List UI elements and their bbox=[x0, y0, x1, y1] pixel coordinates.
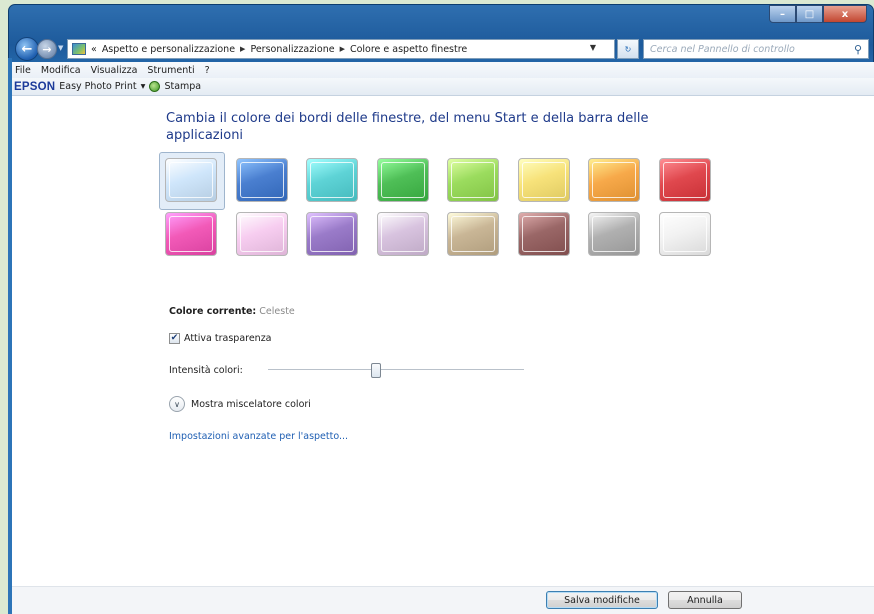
swatch-turchese[interactable] bbox=[306, 158, 358, 202]
button-bar: Salva modifiche Annulla bbox=[12, 586, 874, 614]
intensity-slider[interactable] bbox=[268, 363, 524, 378]
transparency-option[interactable]: ✔ Attiva trasparenza bbox=[169, 333, 272, 344]
swatch-arancio[interactable] bbox=[588, 158, 640, 202]
color-swatch[interactable] bbox=[235, 158, 288, 202]
color-swatch[interactable] bbox=[165, 158, 217, 202]
intensity-label: Intensità colori: bbox=[169, 365, 243, 376]
color-swatch[interactable] bbox=[165, 212, 217, 256]
color-mixer-label[interactable]: Mostra miscelatore colori bbox=[191, 399, 311, 410]
save-button[interactable]: Salva modifiche bbox=[546, 591, 658, 609]
transparency-label[interactable]: Attiva trasparenza bbox=[184, 333, 272, 344]
refresh-icon: ↻ bbox=[624, 44, 632, 54]
swatch-lavanda[interactable] bbox=[376, 212, 429, 256]
control-panel-icon bbox=[72, 43, 86, 55]
slider-thumb[interactable] bbox=[370, 363, 381, 378]
color-swatch[interactable] bbox=[306, 212, 358, 256]
minimize-button[interactable]: – bbox=[769, 5, 796, 23]
color-swatch[interactable] bbox=[658, 212, 711, 256]
search-icon[interactable]: ⚲ bbox=[854, 43, 862, 56]
swatch-verde[interactable] bbox=[376, 158, 429, 202]
back-button[interactable]: ← bbox=[15, 37, 39, 61]
print-button[interactable]: Stampa bbox=[164, 81, 201, 92]
color-swatch-grid bbox=[159, 152, 725, 265]
color-swatch[interactable] bbox=[588, 212, 640, 256]
menu-file[interactable]: File bbox=[15, 65, 31, 76]
navigation-bar: ← → ▼ « Aspetto e personalizzazione ▶ Pe… bbox=[9, 35, 873, 63]
swatch-giallo[interactable] bbox=[517, 158, 570, 202]
print-icon[interactable] bbox=[149, 81, 161, 92]
color-swatch[interactable] bbox=[447, 212, 499, 256]
expand-chevron-icon[interactable]: ∨ bbox=[169, 396, 185, 412]
current-color: Colore corrente: Celeste bbox=[169, 306, 295, 317]
breadcrumb-item[interactable]: Colore e aspetto finestre bbox=[350, 44, 467, 55]
swatch-rosso[interactable] bbox=[658, 158, 711, 202]
epson-logo: EPSON bbox=[14, 80, 56, 93]
chevron-down-icon[interactable]: ▾ bbox=[141, 81, 146, 92]
menu-help[interactable]: ? bbox=[205, 65, 210, 76]
address-bar[interactable]: « Aspetto e personalizzazione ▶ Personal… bbox=[67, 39, 615, 59]
swatch-marrone[interactable] bbox=[517, 212, 570, 256]
cancel-button[interactable]: Annulla bbox=[668, 591, 742, 609]
breadcrumb-overflow[interactable]: « bbox=[91, 44, 97, 55]
forward-button[interactable]: → bbox=[37, 39, 57, 59]
menu-strumenti[interactable]: Strumenti bbox=[147, 65, 194, 76]
easy-photo-print-button[interactable]: Easy Photo Print bbox=[59, 81, 136, 92]
swatch-grigio[interactable] bbox=[588, 212, 640, 256]
transparency-checkbox[interactable]: ✔ bbox=[169, 333, 180, 344]
search-placeholder: Cerca nel Pannello di controllo bbox=[650, 43, 795, 55]
address-dropdown-icon[interactable]: ▼ bbox=[590, 43, 596, 52]
current-color-label: Colore corrente: bbox=[169, 306, 257, 317]
maximize-button[interactable]: □ bbox=[796, 5, 823, 23]
swatch-viola[interactable] bbox=[306, 212, 358, 256]
swatch-rosa-acceso[interactable] bbox=[165, 212, 217, 256]
recent-pages-dropdown-icon[interactable]: ▼ bbox=[58, 44, 63, 52]
refresh-button[interactable]: ↻ bbox=[617, 39, 639, 59]
color-swatch[interactable] bbox=[376, 212, 429, 256]
arrow-right-icon: → bbox=[42, 42, 52, 56]
swatch-blu[interactable] bbox=[235, 158, 288, 202]
breadcrumb-item[interactable]: Aspetto e personalizzazione bbox=[102, 44, 235, 55]
color-swatch[interactable] bbox=[235, 212, 288, 256]
swatch-bianco[interactable] bbox=[658, 212, 711, 256]
swatch-row bbox=[165, 212, 725, 256]
swatch-lime[interactable] bbox=[447, 158, 499, 202]
breadcrumb-chevron-icon[interactable]: ▶ bbox=[240, 45, 245, 53]
page-title: Cambia il colore dei bordi delle finestr… bbox=[166, 111, 649, 143]
breadcrumb-item[interactable]: Personalizzazione bbox=[250, 44, 334, 55]
swatch-celeste[interactable] bbox=[159, 152, 225, 210]
color-swatch[interactable] bbox=[658, 158, 711, 202]
menu-visualizza[interactable]: Visualizza bbox=[91, 65, 138, 76]
current-color-value: Celeste bbox=[259, 306, 295, 317]
swatch-row bbox=[159, 152, 725, 210]
color-swatch[interactable] bbox=[517, 212, 570, 256]
color-swatch[interactable] bbox=[376, 158, 429, 202]
color-swatch[interactable] bbox=[447, 158, 499, 202]
title-bar[interactable]: – □ x bbox=[9, 5, 873, 35]
close-button[interactable]: x bbox=[823, 5, 867, 23]
swatch-beige[interactable] bbox=[447, 212, 499, 256]
menu-modifica[interactable]: Modifica bbox=[41, 65, 81, 76]
epson-toolbar: EPSON Easy Photo Print ▾ Stampa bbox=[12, 78, 874, 96]
main-content: Cambia il colore dei bordi delle finestr… bbox=[12, 96, 874, 614]
window-controls: – □ x bbox=[769, 5, 867, 23]
swatch-rosa-chiaro[interactable] bbox=[235, 212, 288, 256]
color-swatch[interactable] bbox=[517, 158, 570, 202]
advanced-appearance-link[interactable]: Impostazioni avanzate per l'aspetto... bbox=[169, 431, 348, 442]
breadcrumb-chevron-icon[interactable]: ▶ bbox=[340, 45, 345, 53]
color-swatch[interactable] bbox=[306, 158, 358, 202]
color-mixer-toggle[interactable]: ∨ Mostra miscelatore colori bbox=[169, 396, 311, 412]
color-swatch[interactable] bbox=[588, 158, 640, 202]
menu-bar: File Modifica Visualizza Strumenti ? bbox=[12, 62, 874, 78]
slider-track[interactable] bbox=[268, 369, 524, 371]
search-input[interactable]: Cerca nel Pannello di controllo ⚲ bbox=[643, 39, 869, 59]
arrow-left-icon: ← bbox=[21, 41, 33, 57]
client-area: File Modifica Visualizza Strumenti ? EPS… bbox=[12, 62, 874, 614]
